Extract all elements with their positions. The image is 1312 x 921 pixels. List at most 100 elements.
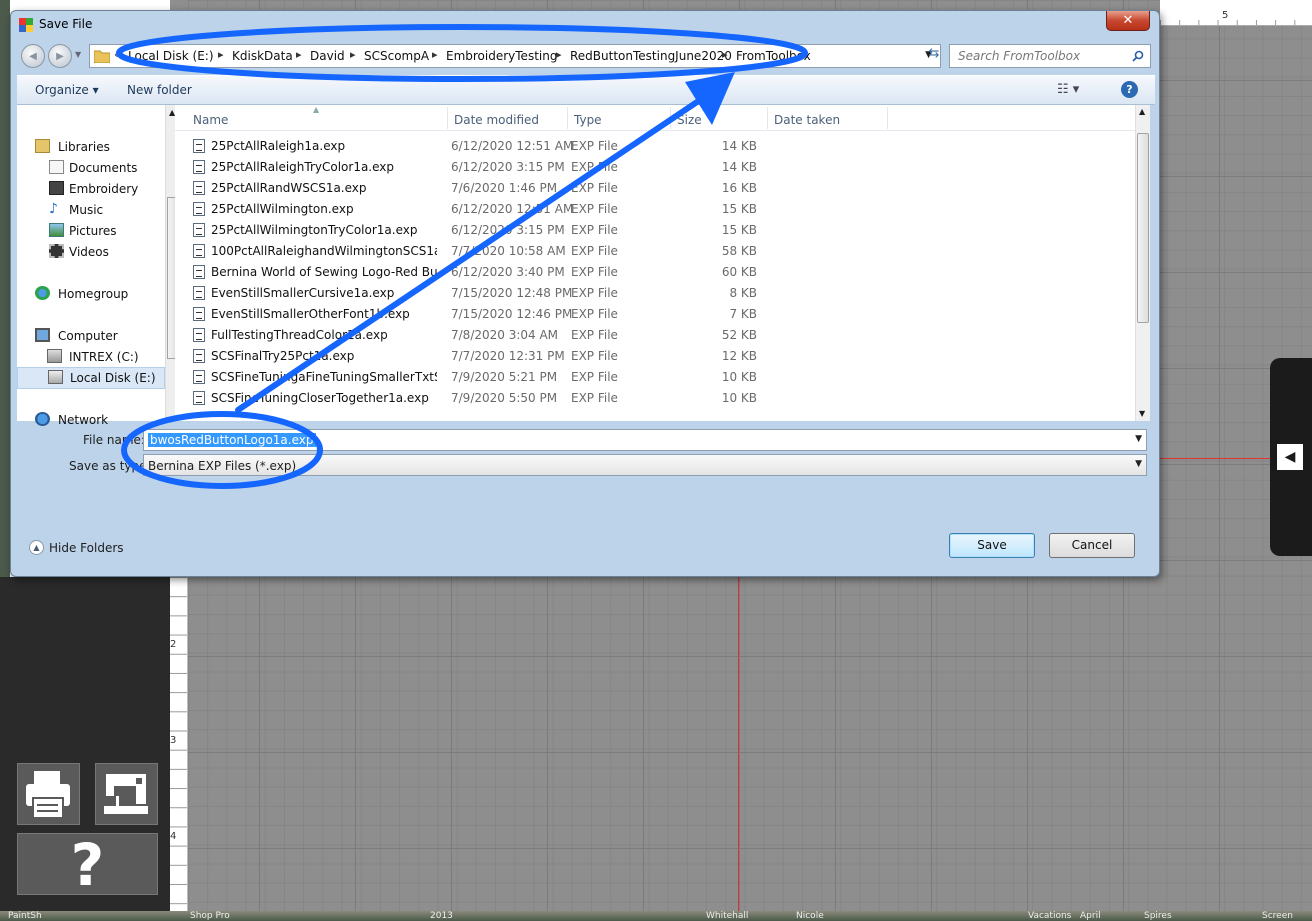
back-button[interactable]: ◀ bbox=[21, 44, 45, 68]
nav-drive-c[interactable]: INTREX (C:) bbox=[17, 347, 165, 367]
file-date: 7/15/2020 12:46 PM bbox=[451, 307, 573, 321]
organize-menu[interactable]: Organize ▾ bbox=[35, 83, 99, 97]
file-row[interactable]: 100PctAllRaleighandWilmingtonSCS1a.exp 7/… bbox=[189, 241, 1129, 262]
column-size[interactable]: Size bbox=[677, 113, 702, 127]
file-type: EXP File bbox=[571, 181, 618, 195]
file-row[interactable]: 25PctAllWilmingtonTryColor1a.exp 6/12/202… bbox=[189, 220, 1129, 241]
breadcrumb-item[interactable]: KdiskData bbox=[232, 49, 293, 63]
print-button[interactable] bbox=[17, 763, 80, 825]
forward-button[interactable]: ▶ bbox=[48, 44, 72, 68]
chevron-left-icon: ◀ bbox=[1277, 444, 1303, 470]
nav-documents[interactable]: Documents bbox=[17, 158, 165, 178]
column-date-modified[interactable]: Date modified bbox=[454, 113, 539, 127]
file-row[interactable]: SCSFineTuningaFineTuningSmallerTxtSC... 7… bbox=[189, 367, 1129, 388]
filename-input[interactable]: bwosRedButtonLogo1a.exp ▼ bbox=[143, 429, 1147, 451]
breadcrumb-separator[interactable]: ▸ bbox=[218, 48, 224, 61]
file-type: EXP File bbox=[571, 349, 618, 363]
hide-folders-button[interactable]: Hide Folders bbox=[49, 541, 124, 555]
address-bar[interactable]: « Local Disk (E:) ▸ KdiskData ▸ David ▸ SCS… bbox=[89, 44, 941, 68]
taskbar-item[interactable]: Screen bbox=[1262, 911, 1293, 921]
help-icon[interactable]: ? bbox=[1121, 81, 1138, 98]
file-size: 60 KB bbox=[721, 265, 757, 279]
file-size: 58 KB bbox=[721, 244, 757, 258]
breadcrumb-separator[interactable]: ▸ bbox=[350, 48, 356, 61]
file-list-scrollbar[interactable]: ▲ ▼ bbox=[1135, 105, 1150, 421]
cancel-button[interactable]: Cancel bbox=[1049, 533, 1135, 558]
side-panel-toggle[interactable]: ◀ bbox=[1270, 358, 1312, 556]
file-row[interactable]: SCSFineTuningCloserTogether1a.exp 7/9/202… bbox=[189, 388, 1129, 409]
nav-computer[interactable]: Computer bbox=[17, 326, 165, 346]
file-row[interactable]: 25PctAllWilmington.exp 6/12/2020 12:51 AM… bbox=[189, 199, 1129, 220]
nav-music[interactable]: ♪ Music bbox=[17, 200, 165, 220]
taskbar-item[interactable]: Shop Pro bbox=[190, 911, 230, 921]
file-size: 7 KB bbox=[729, 307, 757, 321]
chevron-up-icon[interactable]: ▲ bbox=[29, 540, 44, 555]
taskbar-item[interactable]: PaintSh bbox=[8, 911, 42, 921]
nav-drive-e[interactable]: Local Disk (E:) bbox=[17, 367, 165, 389]
file-row[interactable]: 25PctAllRandWSCS1a.exp 7/6/2020 1:46 PM EX… bbox=[189, 178, 1129, 199]
breadcrumb-separator[interactable]: ▸ bbox=[722, 48, 728, 61]
breadcrumb-item[interactable]: SCScompA bbox=[364, 49, 429, 63]
file-row[interactable]: FullTestingThreadColor1a.exp 7/8/2020 3:0… bbox=[189, 325, 1129, 346]
taskbar-item[interactable]: Vacations bbox=[1028, 911, 1071, 921]
file-row[interactable]: EvenStillSmallerOtherFont1b.exp 7/15/2020… bbox=[189, 304, 1129, 325]
column-divider[interactable] bbox=[887, 107, 888, 129]
column-type[interactable]: Type bbox=[574, 113, 602, 127]
search-input[interactable]: Search FromToolbox bbox=[949, 44, 1151, 68]
nav-videos[interactable]: Videos bbox=[17, 242, 165, 262]
column-name[interactable]: Name bbox=[193, 113, 228, 127]
dialog-titlebar[interactable]: Save File ✕ bbox=[11, 11, 1159, 39]
file-name: SCSFinalTry25Pct1a.exp bbox=[211, 349, 355, 363]
scroll-up-icon[interactable]: ▲ bbox=[1139, 107, 1145, 116]
chevron-down-icon[interactable]: ▼ bbox=[1135, 434, 1142, 444]
column-divider[interactable] bbox=[447, 107, 448, 129]
save-button[interactable]: Save bbox=[949, 533, 1035, 558]
column-divider[interactable] bbox=[670, 107, 671, 129]
breadcrumb-separator[interactable]: ▸ bbox=[432, 48, 438, 61]
nav-embroidery[interactable]: Embroidery bbox=[17, 179, 165, 199]
taskbar-item[interactable]: 2013 bbox=[430, 911, 453, 921]
chevron-down-icon[interactable]: ▼ bbox=[1135, 459, 1142, 469]
file-row[interactable]: Bernina World of Sewing Logo-Red Button.… bbox=[189, 262, 1129, 283]
help-button[interactable]: ? bbox=[17, 833, 158, 896]
file-date: 7/9/2020 5:50 PM bbox=[451, 391, 558, 405]
nav-pictures[interactable]: Pictures bbox=[17, 221, 165, 241]
breadcrumb-item[interactable]: Local Disk (E:) bbox=[128, 49, 214, 63]
column-divider[interactable] bbox=[767, 107, 768, 129]
send-to-machine-button[interactable] bbox=[95, 763, 158, 825]
taskbar-item[interactable]: Nicole bbox=[796, 911, 824, 921]
savetype-select[interactable]: Bernina EXP Files (*.exp) ▼ bbox=[143, 454, 1147, 476]
nav-homegroup[interactable]: Homegroup bbox=[17, 284, 165, 304]
breadcrumb-item[interactable]: RedButtonTestingJune2020 bbox=[570, 49, 732, 63]
taskbar-item[interactable]: Whitehall bbox=[706, 911, 748, 921]
libraries-icon bbox=[35, 139, 50, 153]
file-row[interactable]: SCSFinalTry25Pct1a.exp 7/7/2020 12:31 PM E… bbox=[189, 346, 1129, 367]
file-row[interactable]: 25PctAllRaleighTryColor1a.exp 6/12/2020 3… bbox=[189, 157, 1129, 178]
breadcrumb-separator[interactable]: ▸ bbox=[296, 48, 302, 61]
breadcrumb-item[interactable]: EmbroideryTesting bbox=[446, 49, 557, 63]
view-options-icon[interactable]: ☷ ▾ bbox=[1057, 82, 1079, 97]
file-size: 14 KB bbox=[721, 160, 757, 174]
file-name: 25PctAllRaleigh1a.exp bbox=[211, 139, 346, 153]
column-divider[interactable] bbox=[567, 107, 568, 129]
file-row[interactable]: EvenStillSmallerCursive1a.exp 7/15/2020 1… bbox=[189, 283, 1129, 304]
recent-locations-dropdown[interactable]: ▼ bbox=[75, 50, 81, 59]
refresh-icon[interactable]: ⇆ bbox=[923, 46, 945, 66]
pictures-icon bbox=[49, 223, 64, 237]
horizontal-ruler: 5 bbox=[1160, 0, 1312, 26]
file-list-scroll-thumb[interactable] bbox=[1137, 133, 1149, 323]
nav-label: Libraries bbox=[58, 140, 110, 154]
file-row[interactable]: 25PctAllRaleigh1a.exp 6/12/2020 12:51 AM E… bbox=[189, 136, 1129, 157]
breadcrumb-item[interactable]: FromToolbox bbox=[736, 49, 811, 63]
taskbar-item[interactable]: April bbox=[1080, 911, 1101, 921]
nav-network[interactable]: Network bbox=[17, 410, 165, 430]
breadcrumb-item[interactable]: David bbox=[310, 49, 345, 63]
new-folder-button[interactable]: New folder bbox=[127, 83, 192, 97]
breadcrumb-separator[interactable]: ▸ bbox=[556, 48, 562, 61]
column-date-taken[interactable]: Date taken bbox=[774, 113, 840, 127]
close-button[interactable]: ✕ bbox=[1106, 11, 1150, 31]
nav-libraries[interactable]: Libraries bbox=[17, 137, 165, 157]
breadcrumb-overflow[interactable]: « bbox=[114, 48, 121, 61]
scroll-down-icon[interactable]: ▼ bbox=[1139, 409, 1145, 418]
taskbar-item[interactable]: Spires bbox=[1144, 911, 1172, 921]
